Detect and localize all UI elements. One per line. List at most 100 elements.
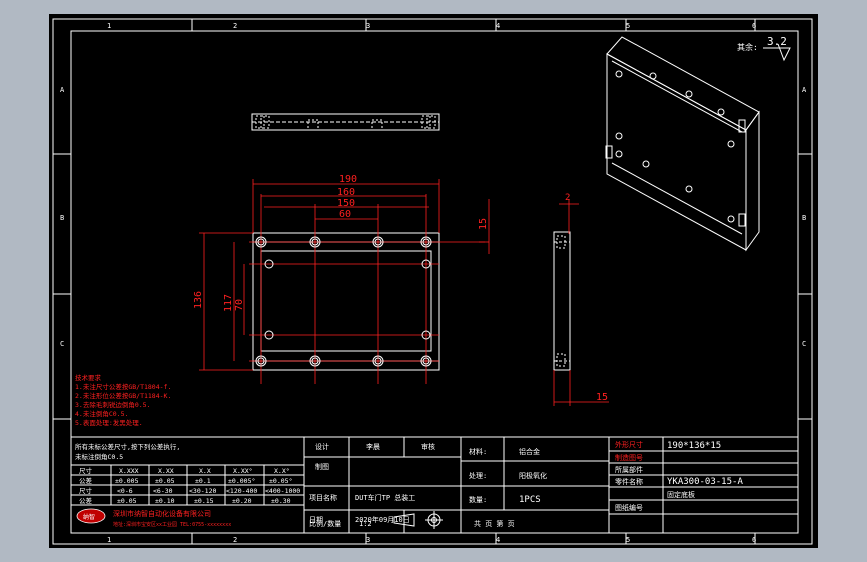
tolerance-r1-5: ±0.05° — [269, 477, 292, 485]
finish-label: 处理: — [469, 471, 487, 480]
dim-70: 70 — [234, 299, 245, 311]
tech-notes: 技术要求 1.未注尺寸公差按GB/T1804-f. 2.未注形位公差按GB/T1… — [75, 373, 171, 427]
company-address: 地址:深圳市宝安区xx工业园 TEL:0755-xxxxxxxx — [113, 521, 231, 528]
zone-right-c: C — [802, 340, 806, 348]
zone-top-6: 6 — [752, 22, 756, 30]
tolerance-r2-1: <0-6 — [117, 487, 133, 495]
inner-frame — [70, 30, 799, 534]
tolerance-r3-3: ±0.15 — [194, 497, 214, 505]
zone-bottom-1: 1 — [107, 536, 111, 544]
tolerance-r1-2: ±0.05 — [155, 477, 175, 485]
company-block: 纳智 深圳市纳智自动化设备有限公司 地址:深圳市宝安区xx工业园 TEL:075… — [76, 508, 231, 528]
assembly-label: 所属部件 — [615, 465, 643, 474]
qty-label: 数量: — [469, 495, 487, 504]
zone-bottom-3: 3 — [366, 536, 370, 544]
scale-label: 比例/数量 — [309, 519, 341, 528]
zone-top-1: 1 — [107, 22, 111, 30]
top-view — [251, 113, 440, 131]
tolerance-col-3: X.X — [199, 467, 211, 475]
part-name-value: 固定底板 — [667, 490, 695, 499]
tech-note-3: 3.去除毛刺锐边倒角0.5. — [75, 400, 150, 409]
tolerance-note-1: 所有未标公差尺寸,按下列公差执行, — [75, 442, 180, 451]
zone-right-a: A — [802, 86, 807, 94]
dim-117: 117 — [223, 294, 234, 312]
tolerance-table: 所有未标公差尺寸,按下列公差执行, 未标注倒角C0.5 尺寸 X.XXX X.X… — [75, 442, 300, 505]
zone-right-b: B — [802, 214, 806, 222]
tolerance-r2-3: <30-120 — [189, 487, 216, 495]
checker-label: 审核 — [421, 442, 435, 451]
zone-top-3: 3 — [366, 22, 370, 30]
tech-notes-title: 技术要求 — [75, 373, 102, 382]
part-no-value: YKA300-03-15-A — [667, 477, 743, 487]
surface-finish-value: 3.2 — [767, 35, 787, 48]
surface-finish-symbol: 其余: 3.2 — [737, 35, 791, 62]
tech-note-4: 4.未注倒角C0.5. — [75, 409, 128, 418]
tolerance-r2-0: 尺寸 — [79, 486, 93, 495]
project-label: 项目名称 — [309, 493, 337, 502]
tolerance-r3-5: ±0.30 — [271, 497, 291, 505]
zone-bottom-5: 5 — [626, 536, 630, 544]
tech-note-2: 2.未注形位公差按GB/T1184-K. — [75, 391, 171, 400]
zone-left-c: C — [60, 340, 64, 348]
sheet-label: 共 页 第 页 — [474, 519, 515, 528]
zone-bottom-4: 4 — [496, 536, 500, 544]
isometric-view — [605, 36, 760, 252]
zone-left-b: B — [60, 214, 64, 222]
tolerance-r3-1: ±0.05 — [117, 497, 137, 505]
zone-top-4: 4 — [496, 22, 500, 30]
size-value: 190*136*15 — [667, 441, 721, 451]
front-view: 190 160 150 60 136 117 70 15 — [193, 174, 490, 384]
company-logo-text: 纳智 — [83, 513, 95, 521]
cad-viewport[interactable]: 1 2 3 4 5 6 1 2 3 4 5 6 A B C A B C 190 … — [49, 14, 818, 548]
zone-labels: 1 2 3 4 5 6 1 2 3 4 5 6 A B C A B C — [60, 22, 807, 544]
scale-value: 1:2 — [359, 520, 372, 528]
qty-value: 1PCS — [519, 495, 541, 505]
tolerance-r2-2: <6-30 — [153, 487, 173, 495]
designer-label: 设计 — [315, 442, 329, 451]
tolerance-col-4: X.XX° — [233, 467, 253, 475]
dim-60: 60 — [339, 209, 351, 220]
tolerance-r1-0: 公差 — [79, 476, 93, 485]
dim-136: 136 — [193, 291, 204, 309]
zone-top-5: 5 — [626, 22, 630, 30]
dim-15-side: 15 — [478, 218, 489, 230]
project-value: DUT车门TP 总装工 — [355, 493, 415, 502]
drawer-label: 制图 — [315, 462, 329, 471]
zone-bottom-6: 6 — [752, 536, 756, 544]
tolerance-r1-4: ±0.005° — [228, 477, 255, 485]
tolerance-r1-3: ±0.1 — [195, 477, 211, 485]
tolerance-note-2: 未标注倒角C0.5 — [75, 452, 123, 461]
part-no-label: 制造图号 — [615, 453, 643, 462]
tolerance-r2-4: <120-400 — [226, 487, 257, 495]
title-block-text: 设计 李晨 审核 制图 项目名称 DUT车门TP 总装工 日期 2020年09月… — [309, 442, 547, 528]
part-name-label: 零件名称 — [615, 477, 643, 486]
tolerance-col-2: X.XX — [158, 467, 174, 475]
surface-finish-label: 其余: — [737, 42, 758, 52]
tolerance-col-5: X.X° — [274, 467, 290, 475]
tolerance-r1-1: ±0.005 — [115, 477, 139, 485]
tolerance-r3-0: 公差 — [79, 496, 93, 505]
finish-value: 阳极氧化 — [519, 471, 547, 480]
tech-note-1: 1.未注尺寸公差按GB/T1804-f. — [75, 382, 171, 391]
tolerance-r3-2: ±0.10 — [155, 497, 175, 505]
dim-right-2: 2 — [565, 193, 570, 203]
drawing-no-label: 图纸编号 — [615, 503, 643, 512]
material-label: 材料: — [469, 447, 487, 456]
dim-190: 190 — [339, 174, 357, 185]
material-value: 铝合金 — [519, 447, 540, 456]
zone-left-a: A — [60, 86, 65, 94]
zone-top-2: 2 — [233, 22, 237, 30]
tech-note-5: 5.表面处理:发黑处理. — [75, 418, 143, 427]
designer-value: 李晨 — [366, 442, 380, 451]
tolerance-col-0: 尺寸 — [79, 466, 93, 475]
dim-right-15: 15 — [596, 392, 608, 403]
size-label: 外形尺寸 — [615, 440, 643, 449]
right-view: 2 15 — [553, 193, 609, 406]
tolerance-r3-4: ±0.20 — [232, 497, 252, 505]
dimension-labels: 190 160 150 60 136 117 70 15 — [193, 174, 489, 312]
engineering-drawing: 1 2 3 4 5 6 1 2 3 4 5 6 A B C A B C 190 … — [52, 18, 813, 545]
dim-160: 160 — [337, 187, 355, 198]
tolerance-r2-5: <400-1000 — [265, 487, 300, 495]
company-name: 深圳市纳智自动化设备有限公司 — [113, 509, 211, 518]
zone-bottom-2: 2 — [233, 536, 237, 544]
